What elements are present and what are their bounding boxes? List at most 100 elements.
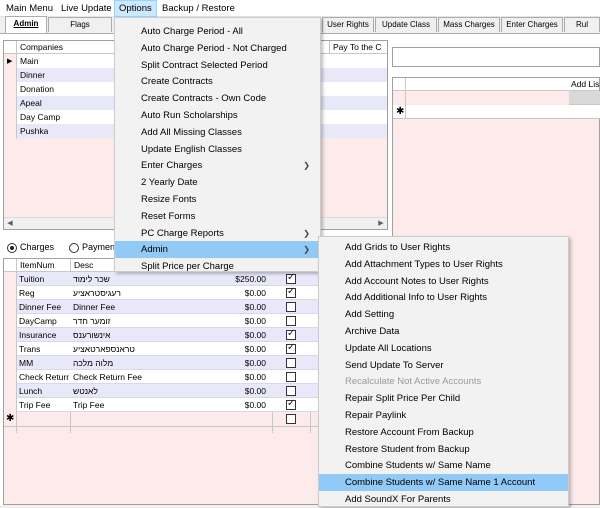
company-name: Pushka (20, 126, 49, 136)
item-amount: $0.00 (244, 372, 266, 382)
item-amount: $0.00 (244, 358, 266, 368)
item-checkbox[interactable] (286, 342, 296, 354)
company-name: Dinner (20, 70, 46, 80)
item-checkbox[interactable] (286, 316, 296, 326)
item-checkbox[interactable] (286, 414, 296, 424)
tab-update-class[interactable]: Update Class (375, 17, 437, 32)
item-num: Lunch (19, 386, 43, 396)
options-menu-item[interactable]: Update English Classes (115, 141, 320, 158)
admin-submenu-item-label: Add Setting (345, 309, 395, 321)
tab-user-rights[interactable]: User Rights (322, 17, 374, 32)
menu-options[interactable]: Options (114, 0, 157, 17)
menu-bar: Main Menu Live Update Options Backup / R… (0, 0, 600, 17)
options-menu-item-label: 2 Yearly Date (141, 177, 198, 189)
right-grid-new-row[interactable] (393, 105, 600, 119)
options-menu-item[interactable]: Resize Fonts (115, 191, 320, 208)
options-menu-item[interactable]: Reset Forms (115, 208, 320, 225)
admin-submenu-item[interactable]: Update All Locations (319, 340, 568, 357)
item-num: Reg (19, 288, 35, 298)
item-checkbox[interactable] (286, 358, 296, 368)
payment-radio[interactable] (69, 243, 79, 253)
new-row-icon: ✱ (396, 106, 405, 117)
companies-header-payto: Pay To the C (333, 42, 382, 52)
admin-submenu-item[interactable]: Repair Paylink (319, 407, 568, 424)
admin-submenu-item-label: Add Additional Info to User Rights (345, 292, 488, 304)
options-menu-item[interactable]: Create Contracts (115, 73, 320, 90)
options-menu-item-label: Auto Run Scholarships (141, 110, 238, 121)
menu-main-menu[interactable]: Main Menu (2, 0, 57, 17)
admin-submenu-item-label: Repair Split Price Per Child (345, 393, 461, 405)
item-checkbox[interactable] (286, 302, 296, 312)
item-num: MM (19, 358, 34, 368)
scroll-right-icon[interactable]: ▶ (375, 218, 387, 230)
item-checkbox[interactable] (286, 372, 296, 382)
right-input[interactable] (392, 47, 600, 67)
item-num: Trip Fee (19, 400, 51, 410)
admin-submenu-item-label: Restore Account From Backup (345, 426, 474, 438)
options-menu-item[interactable]: Enter Charges ❯ (115, 157, 320, 174)
options-menu-item[interactable]: Admin ❯ (115, 241, 320, 259)
item-num: DayCamp (19, 316, 57, 326)
scroll-left-icon[interactable]: ◀ (4, 218, 16, 230)
item-amount: $0.00 (244, 400, 266, 410)
item-num: Check Return (19, 372, 69, 382)
options-menu-item[interactable]: Auto Charge Period - All (115, 23, 320, 40)
admin-submenu-item[interactable]: Combine Students w/ Same Name (319, 457, 568, 474)
options-menu-item[interactable]: PC Charge Reports ❯ (115, 225, 320, 242)
charges-radio[interactable] (7, 243, 17, 253)
options-menu-item-label: Auto Charge Period - All (141, 26, 243, 37)
item-num: Dinner Fee (19, 302, 62, 312)
options-menu-item[interactable]: Create Contracts - Own Code (115, 90, 320, 107)
menu-backup-restore[interactable]: Backup / Restore (158, 0, 239, 17)
menu-live-update[interactable]: Live Update (57, 0, 116, 17)
submenu-arrow-icon: ❯ (303, 245, 310, 255)
options-menu-item-label: Admin (141, 244, 168, 256)
tab-flags[interactable]: Flags (48, 17, 112, 32)
item-checkbox[interactable] (286, 272, 296, 284)
admin-submenu-item[interactable]: Restore Account From Backup (319, 424, 568, 441)
items-header-num: ItemNum (20, 260, 55, 270)
admin-submenu-item[interactable]: Add SoundX For Parents (319, 491, 568, 508)
admin-submenu-item-label: Recalculate Not Active Accounts (345, 376, 482, 388)
item-checkbox[interactable] (286, 286, 296, 298)
tab-enter-charges[interactable]: Enter Charges (501, 17, 563, 32)
admin-submenu-item[interactable]: Add Additional Info to User Rights (319, 289, 568, 306)
tab-admin[interactable]: Admin (5, 16, 47, 33)
row-selector-icon: ▶ (7, 58, 13, 65)
admin-submenu-item[interactable]: Add Grids to User Rights (319, 239, 568, 256)
item-checkbox[interactable] (286, 328, 296, 340)
item-amount: $0.00 (244, 302, 266, 312)
admin-submenu-item-label: Combine Students w/ Same Name 1 Account (345, 477, 536, 489)
options-menu-item-label: Resize Fonts (141, 194, 197, 205)
tab-mass-charges[interactable]: Mass Charges (438, 17, 500, 32)
admin-submenu-item[interactable]: Add Setting (319, 306, 568, 323)
admin-submenu-item[interactable]: Add Account Notes to User Rights (319, 273, 568, 290)
admin-submenu-item[interactable]: Add Attachment Types to User Rights (319, 256, 568, 273)
admin-submenu-item[interactable]: Send Update To Server (319, 357, 568, 374)
admin-submenu-item[interactable]: Combine Students w/ Same Name 1 Account (319, 474, 568, 492)
admin-submenu-item-label: Repair Paylink (345, 410, 407, 421)
admin-submenu-item[interactable]: Archive Data (319, 323, 568, 340)
options-menu-item-label: Auto Charge Period - Not Charged (141, 42, 287, 54)
submenu-arrow-icon: ❯ (303, 228, 310, 238)
options-menu-item-label: Add All Missing Classes (141, 126, 242, 138)
company-name: Apeal (20, 98, 42, 108)
options-menu-item[interactable]: Auto Run Scholarships (115, 107, 320, 124)
admin-submenu-item-label: Add Grids to User Rights (345, 242, 451, 253)
tab-rules[interactable]: Rul (564, 17, 600, 32)
options-menu-item-label: Enter Charges (141, 160, 203, 172)
options-menu-item[interactable]: Split Price per Charge (115, 258, 320, 275)
item-checkbox[interactable] (286, 398, 296, 410)
charges-radio-label: Charges (20, 242, 55, 252)
company-name: Main (20, 56, 39, 66)
options-menu-item[interactable]: Auto Charge Period - Not Charged (115, 40, 320, 57)
item-checkbox[interactable] (286, 386, 296, 396)
options-menu-item[interactable]: Split Contract Selected Period (115, 57, 320, 74)
options-menu-item[interactable]: Add All Missing Classes (115, 124, 320, 141)
admin-submenu-item[interactable]: Restore Student from Backup (319, 441, 568, 458)
admin-submenu-item-label: Archive Data (345, 326, 400, 337)
options-menu-item[interactable]: 2 Yearly Date (115, 174, 320, 191)
submenu-arrow-icon: ❯ (303, 161, 310, 171)
admin-submenu-item[interactable]: Repair Split Price Per Child (319, 390, 568, 407)
admin-submenu: Add Grids to User Rights Add Attachment T… (318, 236, 569, 507)
